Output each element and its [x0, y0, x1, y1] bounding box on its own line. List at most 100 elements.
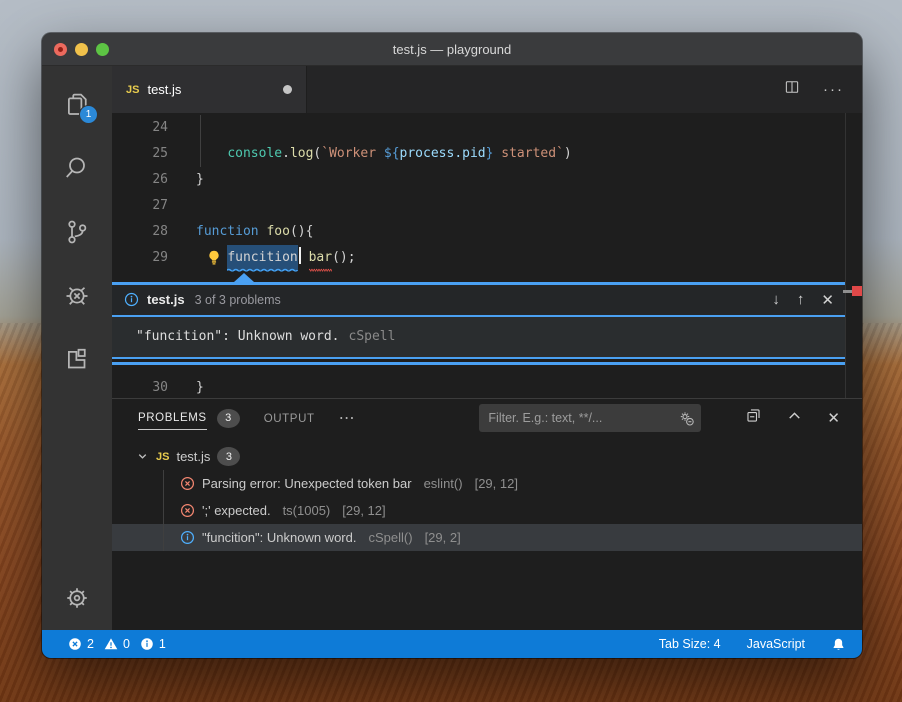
panel-more-tabs-icon[interactable]: ⋯ [339, 408, 357, 428]
problem-row[interactable]: "funcition": Unknown word.cSpell()[29, 2… [112, 524, 862, 551]
maximize-panel-icon[interactable] [786, 407, 803, 429]
collapse-all-icon[interactable] [745, 407, 762, 429]
code-line[interactable]: 27 [112, 193, 846, 219]
line-number: 25 [112, 141, 168, 167]
zoom-window-button[interactable] [96, 43, 109, 56]
code-token: (); [332, 250, 355, 265]
problems-filter-input[interactable] [486, 410, 672, 426]
minimize-window-button[interactable] [75, 43, 88, 56]
editor-more-actions-icon[interactable]: ··· [823, 81, 844, 98]
code-token [301, 250, 309, 265]
code-token: funcition [227, 245, 297, 271]
window-title: test.js — playground [42, 42, 862, 57]
code-token: . [282, 146, 290, 161]
line-number: 27 [112, 193, 168, 219]
split-editor-icon[interactable] [783, 78, 801, 101]
tab-size-indicator[interactable]: Tab Size: 4 [659, 637, 721, 651]
line-number: 26 [112, 167, 168, 193]
status-problems-warnings[interactable]: 0 [104, 637, 130, 651]
debug-icon[interactable] [61, 280, 93, 312]
explorer-icon[interactable]: 1 [61, 88, 93, 120]
problem-row[interactable]: ';' expected.ts(1005)[29, 12] [112, 497, 862, 524]
source-control-icon[interactable] [61, 216, 93, 248]
tab-bar: JS test.js ··· [112, 66, 862, 113]
code-token: console [227, 146, 282, 161]
search-icon[interactable] [61, 152, 93, 184]
chevron-down-icon[interactable] [136, 450, 149, 463]
code-line[interactable]: 24 [112, 115, 846, 141]
tab-testjs[interactable]: JS test.js [112, 66, 307, 113]
status-problems-errors[interactable]: 2 [68, 637, 94, 651]
extensions-icon[interactable] [61, 344, 93, 376]
tab-output[interactable]: OUTPUT [264, 399, 315, 437]
peek-message: "funcition": Unknown word. [136, 329, 340, 344]
error-icon [180, 503, 195, 518]
editor[interactable]: 2425 console.log(`Worker ${process.pid} … [112, 113, 862, 398]
language-mode-indicator[interactable]: JavaScript [747, 637, 805, 651]
file-problem-badge: 3 [217, 447, 240, 466]
code-token: function [196, 224, 259, 239]
indent-guide [200, 115, 201, 141]
indent-guide [200, 141, 201, 167]
activity-bar: 1 [42, 66, 112, 630]
peek-problem-count: 3 of 3 problems [195, 293, 281, 307]
problems-count-badge: 3 [217, 409, 240, 428]
file-row-label: test.js [176, 449, 210, 464]
code-token: foo [266, 224, 289, 239]
problems-tree: JS test.js 3 Parsing error: Unexpected t… [112, 443, 862, 551]
close-window-button[interactable] [54, 43, 67, 56]
code-line[interactable]: 30} [112, 375, 846, 401]
problem-message: Parsing error: Unexpected token bar [202, 476, 412, 491]
tab-problems[interactable]: PROBLEMS 3 [138, 399, 240, 437]
peek-close-icon[interactable]: ✕ [821, 291, 834, 309]
info-icon [124, 292, 139, 307]
title-bar[interactable]: test.js — playground [42, 33, 862, 66]
notifications-bell-icon[interactable] [831, 637, 846, 652]
peek-message-row[interactable]: "funcition": Unknown word. cSpell [112, 317, 846, 357]
bottom-panel: PROBLEMS 3 OUTPUT ⋯ [112, 398, 862, 630]
line-number: 28 [112, 219, 168, 245]
peek-source: cSpell [349, 329, 396, 344]
next-problem-icon[interactable]: ↓ [772, 291, 780, 308]
line-number: 24 [112, 115, 168, 141]
code-line[interactable]: 25 console.log(`Worker ${process.pid} st… [112, 141, 846, 167]
code-area[interactable]: 2425 console.log(`Worker ${process.pid} … [112, 115, 846, 271]
problem-source: eslint() [424, 476, 463, 491]
problem-row[interactable]: Parsing error: Unexpected token bar eslin… [112, 470, 862, 497]
warning-icon [104, 637, 118, 651]
problems-file-row[interactable]: JS test.js 3 [112, 443, 862, 470]
line-number: 29 [112, 245, 168, 271]
vscode-window: test.js — playground 1 [42, 33, 862, 658]
code-token: } [196, 380, 204, 395]
peek-arrow [234, 273, 254, 282]
js-file-icon: JS [126, 84, 139, 96]
close-panel-icon[interactable]: ✕ [827, 409, 840, 427]
code-line-30[interactable]: 30} [112, 375, 846, 401]
problem-source: ts(1005) [283, 503, 331, 518]
info-icon [140, 637, 154, 651]
tree-indent-guide [163, 470, 164, 551]
lightbulb-icon[interactable] [206, 250, 222, 266]
code-line[interactable]: 29 funcition bar(); [112, 245, 846, 271]
problem-position: [29, 12] [475, 476, 518, 491]
peek-filename: test.js [147, 292, 185, 307]
code-token: `Worker [321, 146, 384, 161]
filter-icon[interactable] [678, 410, 694, 426]
code-line[interactable]: 26} [112, 167, 846, 193]
line-number: 30 [112, 375, 168, 401]
previous-problem-icon[interactable]: ↑ [797, 291, 805, 308]
problems-filter-box[interactable] [479, 404, 701, 432]
error-icon [180, 476, 195, 491]
settings-gear-icon[interactable] [61, 582, 93, 614]
code-token: process.pid [400, 146, 486, 161]
tab-label: test.js [147, 82, 181, 97]
status-problems-infos[interactable]: 1 [140, 637, 166, 651]
code-token: (){ [290, 224, 313, 239]
panel-header: PROBLEMS 3 OUTPUT ⋯ [112, 399, 862, 437]
code-token: started` [493, 146, 563, 161]
overview-ruler[interactable] [845, 113, 862, 398]
modified-dot-icon[interactable] [283, 85, 292, 94]
code-line[interactable]: 28 function foo(){ [112, 219, 846, 245]
problem-source: cSpell() [368, 530, 412, 545]
js-file-icon: JS [156, 451, 169, 463]
